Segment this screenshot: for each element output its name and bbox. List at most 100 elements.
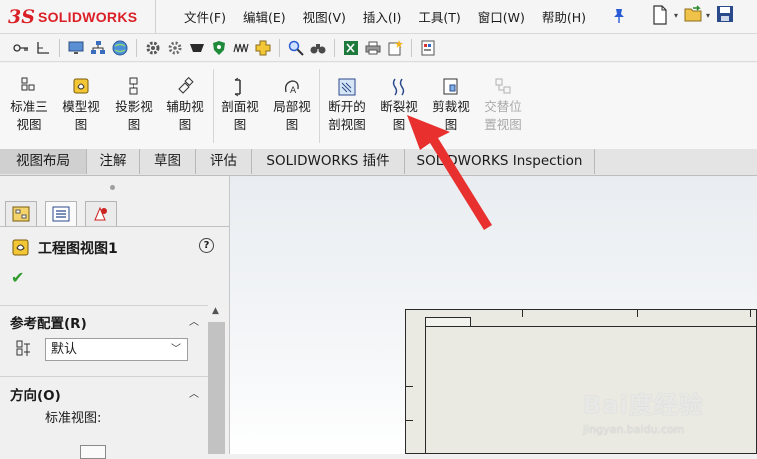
ribbon-divider [213, 69, 214, 143]
network-icon[interactable] [90, 40, 106, 56]
configuration-manager-tab[interactable] [85, 201, 117, 226]
ribbon-label: 标准三 [10, 99, 48, 114]
projected-view-button[interactable]: 投影视 图 [109, 77, 159, 134]
ribbon-label: 图 [127, 117, 141, 132]
watermark-url: jingyan.baidu.com [583, 423, 685, 436]
help-icon[interactable]: ? [199, 238, 214, 253]
monitor-icon[interactable] [68, 40, 84, 56]
magnifier-icon[interactable] [288, 40, 304, 56]
watermark-brand: Bai度经验 [583, 391, 704, 419]
zone-tick [522, 309, 523, 317]
ribbon-label: 剖面视 [221, 99, 259, 114]
open-dropdown-icon[interactable]: ▾ [706, 11, 710, 20]
model-view-button[interactable]: 模型视 图 [56, 77, 106, 134]
command-manager-ribbon: 标准三 视图 模型视 图 投影视 图 辅助视 图 剖面视 图 A 局部视 图 断… [0, 63, 757, 150]
chevron-down-icon: ﹀ [171, 344, 181, 355]
feature-manager-tab[interactable] [5, 201, 37, 226]
menu-window[interactable]: 窗口(W) [478, 7, 525, 26]
ds-logo-mark: 3S [8, 6, 35, 28]
tab-annotation[interactable]: 注解 [87, 149, 140, 174]
toolbar-divider [136, 38, 137, 57]
auxiliary-view-button[interactable]: 辅助视 图 [160, 77, 210, 134]
ribbon-label: 图 [285, 117, 299, 132]
zone-tick [637, 309, 638, 317]
toolbar-divider [279, 38, 280, 57]
broken-out-section-icon [337, 77, 357, 97]
svg-text:A: A [290, 86, 297, 96]
model-view-icon [71, 77, 91, 97]
open-folder-icon[interactable] [684, 5, 702, 25]
panel-grip[interactable] [110, 185, 115, 190]
ribbon-label: 剖视图 [328, 117, 366, 132]
bowl-icon[interactable] [189, 40, 205, 56]
printer-icon[interactable] [365, 40, 381, 56]
menu-help[interactable]: 帮助(H) [542, 7, 586, 26]
tab-view-layout[interactable]: 视图布局 [0, 149, 87, 174]
ok-check-icon[interactable]: ✔ [11, 268, 24, 287]
broken-out-section-button[interactable]: 断开的 剖视图 [322, 77, 372, 134]
menu-tools[interactable]: 工具(T) [418, 7, 460, 26]
ribbon-label: 图 [74, 117, 88, 132]
alternate-position-view-icon [493, 77, 513, 97]
tab-evaluate[interactable]: 评估 [196, 149, 252, 174]
tab-solidworks-addins[interactable]: SOLIDWORKS 插件 [252, 149, 405, 174]
auxiliary-view-icon [175, 77, 195, 97]
collapse-chevron-icon[interactable]: ︿ [189, 313, 199, 328]
standard-3-view-button[interactable]: 标准三 视图 [4, 77, 54, 134]
reference-config-select[interactable]: 默认 ﹀ [45, 338, 188, 361]
new-dropdown-icon[interactable]: ▾ [674, 11, 678, 20]
page-title: 工程图视图1 [38, 241, 118, 257]
property-manager-tab[interactable] [45, 201, 77, 226]
scroll-up-icon[interactable]: ▲ [212, 306, 219, 316]
tab-sketch[interactable]: 草图 [140, 149, 196, 174]
quick-access-tools: ▾ ▾ [652, 5, 738, 25]
standard-view-label: 标准视图: [45, 411, 102, 426]
projected-view-icon [124, 77, 144, 97]
property-list-icon [52, 206, 70, 222]
configuration-icon [15, 340, 33, 361]
orientation-view-button[interactable] [80, 445, 106, 459]
excel-icon[interactable] [343, 40, 359, 56]
feature-tree-icon [12, 206, 30, 222]
detail-view-icon: A [282, 77, 302, 97]
key-icon[interactable] [13, 40, 29, 56]
menu-file[interactable]: 文件(F) [184, 7, 226, 26]
solidworks-logo[interactable]: 3S SOLIDWORKS [8, 6, 137, 28]
zone-tick [750, 309, 751, 317]
angle-icon[interactable] [35, 40, 51, 56]
pin-icon[interactable] [612, 8, 626, 28]
toolbar-divider [59, 38, 60, 57]
orientation-header[interactable]: 方向(O) [10, 384, 61, 404]
shield-icon[interactable] [211, 40, 227, 56]
gear-settings-icon[interactable] [167, 40, 183, 56]
baidu-watermark: Bai度经验 jingyan.baidu.com [583, 385, 748, 445]
standard-3-view-icon [19, 77, 39, 97]
collapse-chevron-icon[interactable]: ︿ [189, 385, 199, 400]
menu-insert[interactable]: 插入(I) [363, 7, 401, 26]
panel-scrollbar[interactable] [208, 322, 225, 454]
command-tabs: 视图布局 注解 草图 评估 SOLIDWORKS 插件 SOLIDWORKS I… [0, 149, 757, 176]
zone-tick [405, 386, 413, 387]
save-icon[interactable] [716, 5, 734, 25]
ribbon-divider [319, 69, 320, 143]
gear-icon[interactable] [145, 40, 161, 56]
menu-edit[interactable]: 编辑(E) [243, 7, 286, 26]
detail-view-button[interactable]: A 局部视 图 [267, 77, 317, 134]
ribbon-label: 模型视 [62, 99, 100, 114]
drawing-view-icon [12, 239, 29, 256]
logo-text: SOLIDWORKS [37, 9, 138, 25]
binoculars-icon[interactable] [310, 40, 326, 56]
new-document-icon[interactable] [652, 5, 670, 25]
report-icon[interactable] [420, 40, 436, 56]
view-toolbar [0, 34, 757, 62]
break-view-icon [389, 77, 409, 97]
new-sheet-icon[interactable] [387, 39, 403, 56]
ribbon-label: 投影视 [115, 99, 153, 114]
toolbar-divider [411, 38, 412, 57]
mesh-icon[interactable] [233, 40, 249, 56]
globe-icon[interactable] [112, 40, 128, 56]
menu-view[interactable]: 视图(V) [303, 7, 346, 26]
reference-config-header[interactable]: 参考配置(R) [10, 312, 87, 332]
cross-plus-icon[interactable] [255, 40, 271, 56]
section-view-button[interactable]: 剖面视 图 [215, 77, 265, 134]
